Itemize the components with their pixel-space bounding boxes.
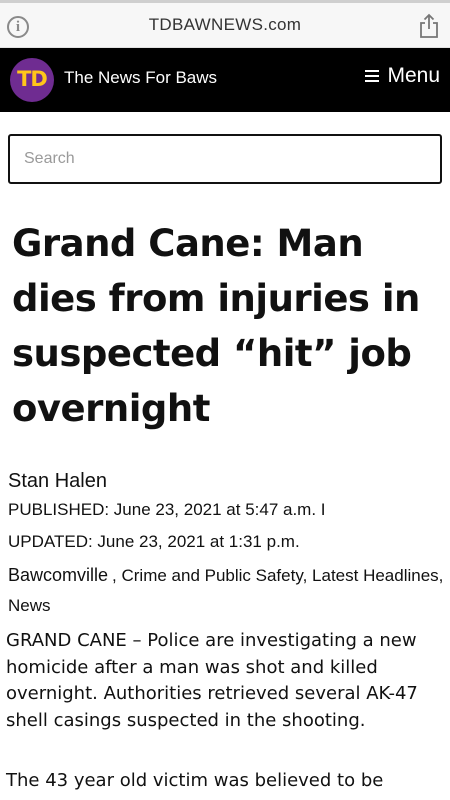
category-link-latest-headlines[interactable]: Latest Headlines bbox=[312, 566, 439, 585]
url-text[interactable]: TDBAWNEWS.com bbox=[0, 15, 450, 35]
share-icon[interactable] bbox=[418, 13, 440, 39]
category-separator: , Crime and Public Safety, bbox=[112, 566, 313, 585]
browser-url-bar[interactable]: i TDBAWNEWS.com bbox=[0, 0, 450, 48]
published-date: PUBLISHED: June 23, 2021 at 5:47 a.m. I bbox=[8, 500, 326, 519]
search-input[interactable] bbox=[8, 134, 442, 184]
category-link-news[interactable]: News bbox=[8, 596, 51, 615]
site-header: TD The News For Baws Menu bbox=[0, 48, 450, 112]
article-author[interactable]: Stan Halen bbox=[8, 470, 448, 493]
site-logo[interactable]: TD bbox=[10, 58, 54, 102]
hamburger-icon bbox=[365, 70, 380, 82]
article-paragraph: GRAND CANE – Police are investigating a … bbox=[6, 630, 418, 731]
article-categories: Bawcomville, Crime and Public Safety, La… bbox=[8, 560, 448, 621]
category-link-bawcomville[interactable]: Bawcomville bbox=[8, 565, 108, 585]
updated-date: UPDATED: June 23, 2021 at 1:31 p.m. bbox=[8, 532, 300, 551]
menu-button[interactable]: Menu bbox=[365, 64, 440, 88]
article-headline: Grand Cane: Man dies from injuries in su… bbox=[12, 222, 420, 430]
category-separator: , bbox=[438, 566, 444, 585]
menu-label: Menu bbox=[387, 64, 440, 87]
article-paragraph: The 43 year old victim was believed to b… bbox=[6, 770, 384, 791]
logo-text: TD bbox=[17, 67, 48, 91]
site-tagline: The News For Baws bbox=[64, 68, 218, 87]
